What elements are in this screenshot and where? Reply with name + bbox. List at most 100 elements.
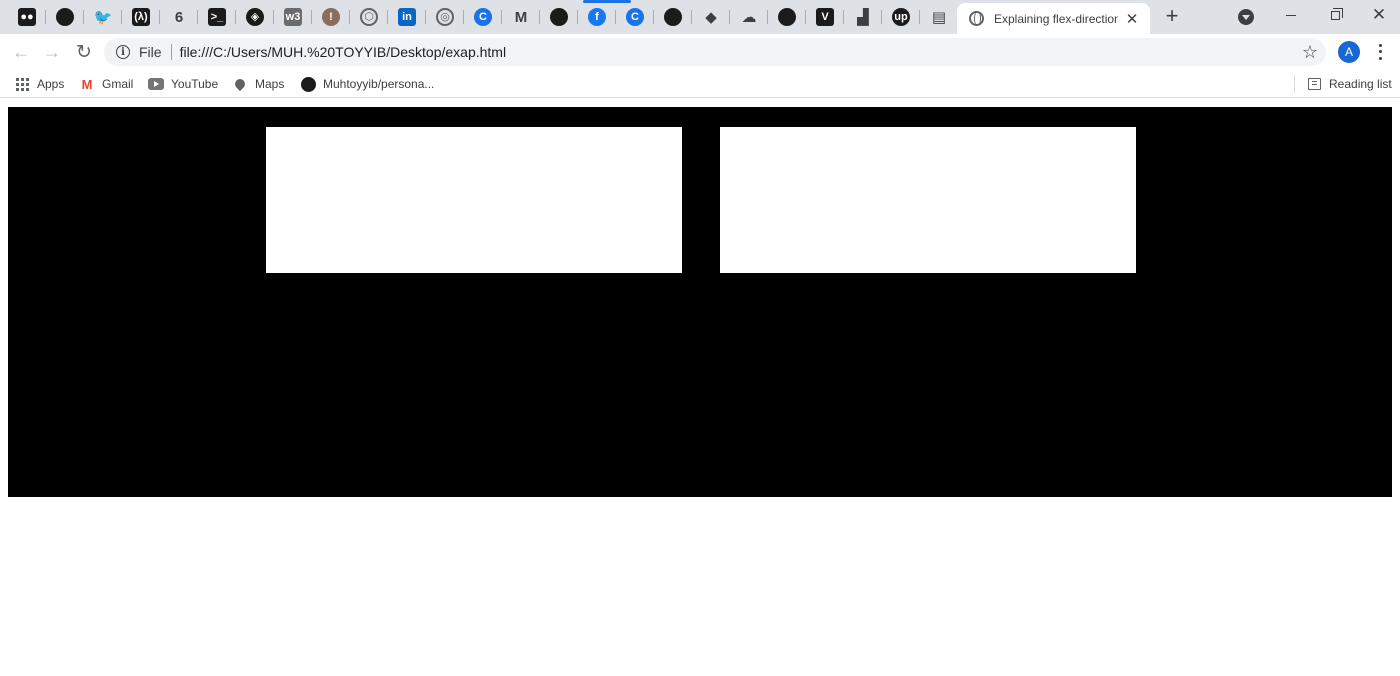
github-favicon-icon xyxy=(550,8,568,26)
pinned-tab[interactable] xyxy=(540,0,578,34)
grammarly-favicon-icon: C xyxy=(626,8,644,26)
pinned-tab[interactable]: V xyxy=(806,0,844,34)
reading-list-icon xyxy=(1306,76,1322,92)
pinned-tab[interactable]: >_ xyxy=(198,0,236,34)
profile-avatar[interactable]: A xyxy=(1338,41,1360,63)
bookmark-label: Apps xyxy=(37,77,65,91)
github-favicon-icon xyxy=(664,8,682,26)
pinned-tab[interactable]: w3 xyxy=(274,0,312,34)
github-favicon-icon xyxy=(56,8,74,26)
tab-search-button[interactable] xyxy=(1238,9,1254,25)
map-pin-icon xyxy=(232,76,248,92)
pinned-tab[interactable]: f xyxy=(578,0,616,34)
pinned-tab[interactable]: ▟ xyxy=(844,0,882,34)
pinned-tabs: ●● 🐦 (λ) 6 >_ ◈ w3! ⬡ in ◎ C Mf C ◆ ☁ V ▟ up ▤ xyxy=(8,0,958,34)
pinned-tab[interactable] xyxy=(46,0,84,34)
pinned-tab[interactable]: in xyxy=(388,0,426,34)
upwork-favicon-icon: up xyxy=(892,8,910,26)
bookmark-apps[interactable]: Apps xyxy=(14,74,64,94)
pinned-tab[interactable]: ☁ xyxy=(730,0,768,34)
bookmark-gmail[interactable]: M Gmail xyxy=(79,74,134,94)
bookmarks-bar: Apps M Gmail YouTube Maps Muhtoyyib/pers… xyxy=(0,70,1400,98)
divider xyxy=(170,44,172,60)
pinned-tab[interactable] xyxy=(654,0,692,34)
bookmark-youtube[interactable]: YouTube xyxy=(148,74,218,94)
gmail-favicon-icon: M xyxy=(514,8,528,26)
pinned-tab[interactable]: ◆ xyxy=(692,0,730,34)
github-favicon-icon xyxy=(778,8,796,26)
flex-item-box xyxy=(266,127,682,273)
tab-title: Explaining flex-direction xyxy=(994,11,1118,26)
forward-button[interactable]: → xyxy=(40,40,64,64)
url-text[interactable]: file:///C:/Users/MUH.%20TOYYIB/Desktop/e… xyxy=(180,44,507,60)
reading-list-label: Reading list xyxy=(1329,77,1392,91)
cloud-favicon-icon: ☁ xyxy=(741,8,757,26)
menu-button[interactable] xyxy=(1376,42,1384,62)
pinned-tab[interactable]: (λ) xyxy=(122,0,160,34)
tab-close-button[interactable]: ✕ xyxy=(1124,10,1140,28)
minimize-button[interactable] xyxy=(1268,0,1314,30)
pinned-tab[interactable]: 🐦 xyxy=(84,0,122,34)
bookmark-label: Gmail xyxy=(102,77,134,91)
bookmark-label: Maps xyxy=(255,77,285,91)
pinned-tab[interactable]: ◈ xyxy=(236,0,274,34)
freecodecamp-favicon-icon: (λ) xyxy=(132,8,150,26)
restore-button[interactable] xyxy=(1312,0,1358,30)
restore-icon xyxy=(1330,7,1343,20)
pinned-tab[interactable]: ●● xyxy=(8,0,46,34)
pinned-tab[interactable]: M xyxy=(502,0,540,34)
menu-dot xyxy=(1378,57,1382,61)
pinned-tab[interactable]: ⬡ xyxy=(350,0,388,34)
pinned-tab[interactable]: C xyxy=(616,0,654,34)
pinned-tab[interactable] xyxy=(768,0,806,34)
pinned-tab[interactable]: ! xyxy=(312,0,350,34)
menu-dot xyxy=(1378,50,1382,54)
reload-button[interactable]: ↻ xyxy=(72,40,96,64)
git-favicon-icon: ◆ xyxy=(705,8,717,26)
reading-list-button[interactable]: Reading list xyxy=(1306,74,1392,94)
tab-loading-indicator xyxy=(583,0,631,3)
sixth-favicon-icon: 6 xyxy=(174,8,184,26)
back-button[interactable]: ← xyxy=(9,40,33,64)
bookmark-maps[interactable]: Maps xyxy=(232,74,284,94)
codepen-favicon-icon: ◈ xyxy=(246,8,264,26)
linkedin-favicon-icon: in xyxy=(398,8,416,26)
bookmark-github[interactable]: Muhtoyyib/persona... xyxy=(300,74,434,94)
terminal-favicon-icon: >_ xyxy=(208,8,226,26)
globe-icon xyxy=(969,11,984,26)
bookmark-label: YouTube xyxy=(171,77,219,91)
twitter-favicon-icon: 🐦 xyxy=(93,8,113,26)
youtube-icon xyxy=(148,76,164,92)
url-scheme-label: File xyxy=(139,44,162,60)
page-viewport xyxy=(0,99,1400,676)
flex-item-box xyxy=(720,127,1136,273)
pinned-tab[interactable]: up xyxy=(882,0,920,34)
tab-strip: ●● 🐦 (λ) 6 >_ ◈ w3! ⬡ in ◎ C Mf C ◆ ☁ V ▟ up ▤ Explaining … xyxy=(0,0,1400,34)
pinned-tab[interactable]: C xyxy=(464,0,502,34)
store-favicon-icon: ▤ xyxy=(931,8,947,26)
address-bar[interactable]: i File file:///C:/Users/MUH.%20TOYYIB/De… xyxy=(104,38,1326,66)
shield-favicon-icon: ◎ xyxy=(436,8,454,26)
vuetify-favicon-icon: V xyxy=(816,8,834,26)
pinned-tab[interactable]: 6 xyxy=(160,0,198,34)
pinned-tab[interactable]: ▤ xyxy=(920,0,958,34)
github-icon xyxy=(300,76,316,92)
window-close-button[interactable]: ✕ xyxy=(1356,0,1400,30)
bookmark-label: Muhtoyyib/persona... xyxy=(323,77,435,91)
info-icon[interactable]: i xyxy=(116,45,130,59)
browser-toolbar: ← → ↻ i File file:///C:/Users/MUH.%20TOY… xyxy=(0,34,1400,70)
chart-favicon-icon: ▟ xyxy=(857,8,869,26)
new-tab-button[interactable]: + xyxy=(1160,5,1184,29)
hexagon-favicon-icon: ⬡ xyxy=(360,8,378,26)
alert-favicon-icon: ! xyxy=(322,8,340,26)
apps-grid-icon xyxy=(14,76,30,92)
divider xyxy=(1294,75,1295,93)
facebook-favicon-icon: f xyxy=(588,8,606,26)
pinned-tab[interactable]: ◎ xyxy=(426,0,464,34)
tab-active[interactable]: Explaining flex-direction ✕ xyxy=(957,3,1150,34)
menu-dot xyxy=(1378,43,1382,47)
bookmark-star-icon[interactable]: ☆ xyxy=(1302,42,1318,62)
grammarly-favicon-icon: C xyxy=(474,8,492,26)
minimize-icon xyxy=(1286,14,1296,16)
w3schools-favicon-icon: w3 xyxy=(284,8,302,26)
